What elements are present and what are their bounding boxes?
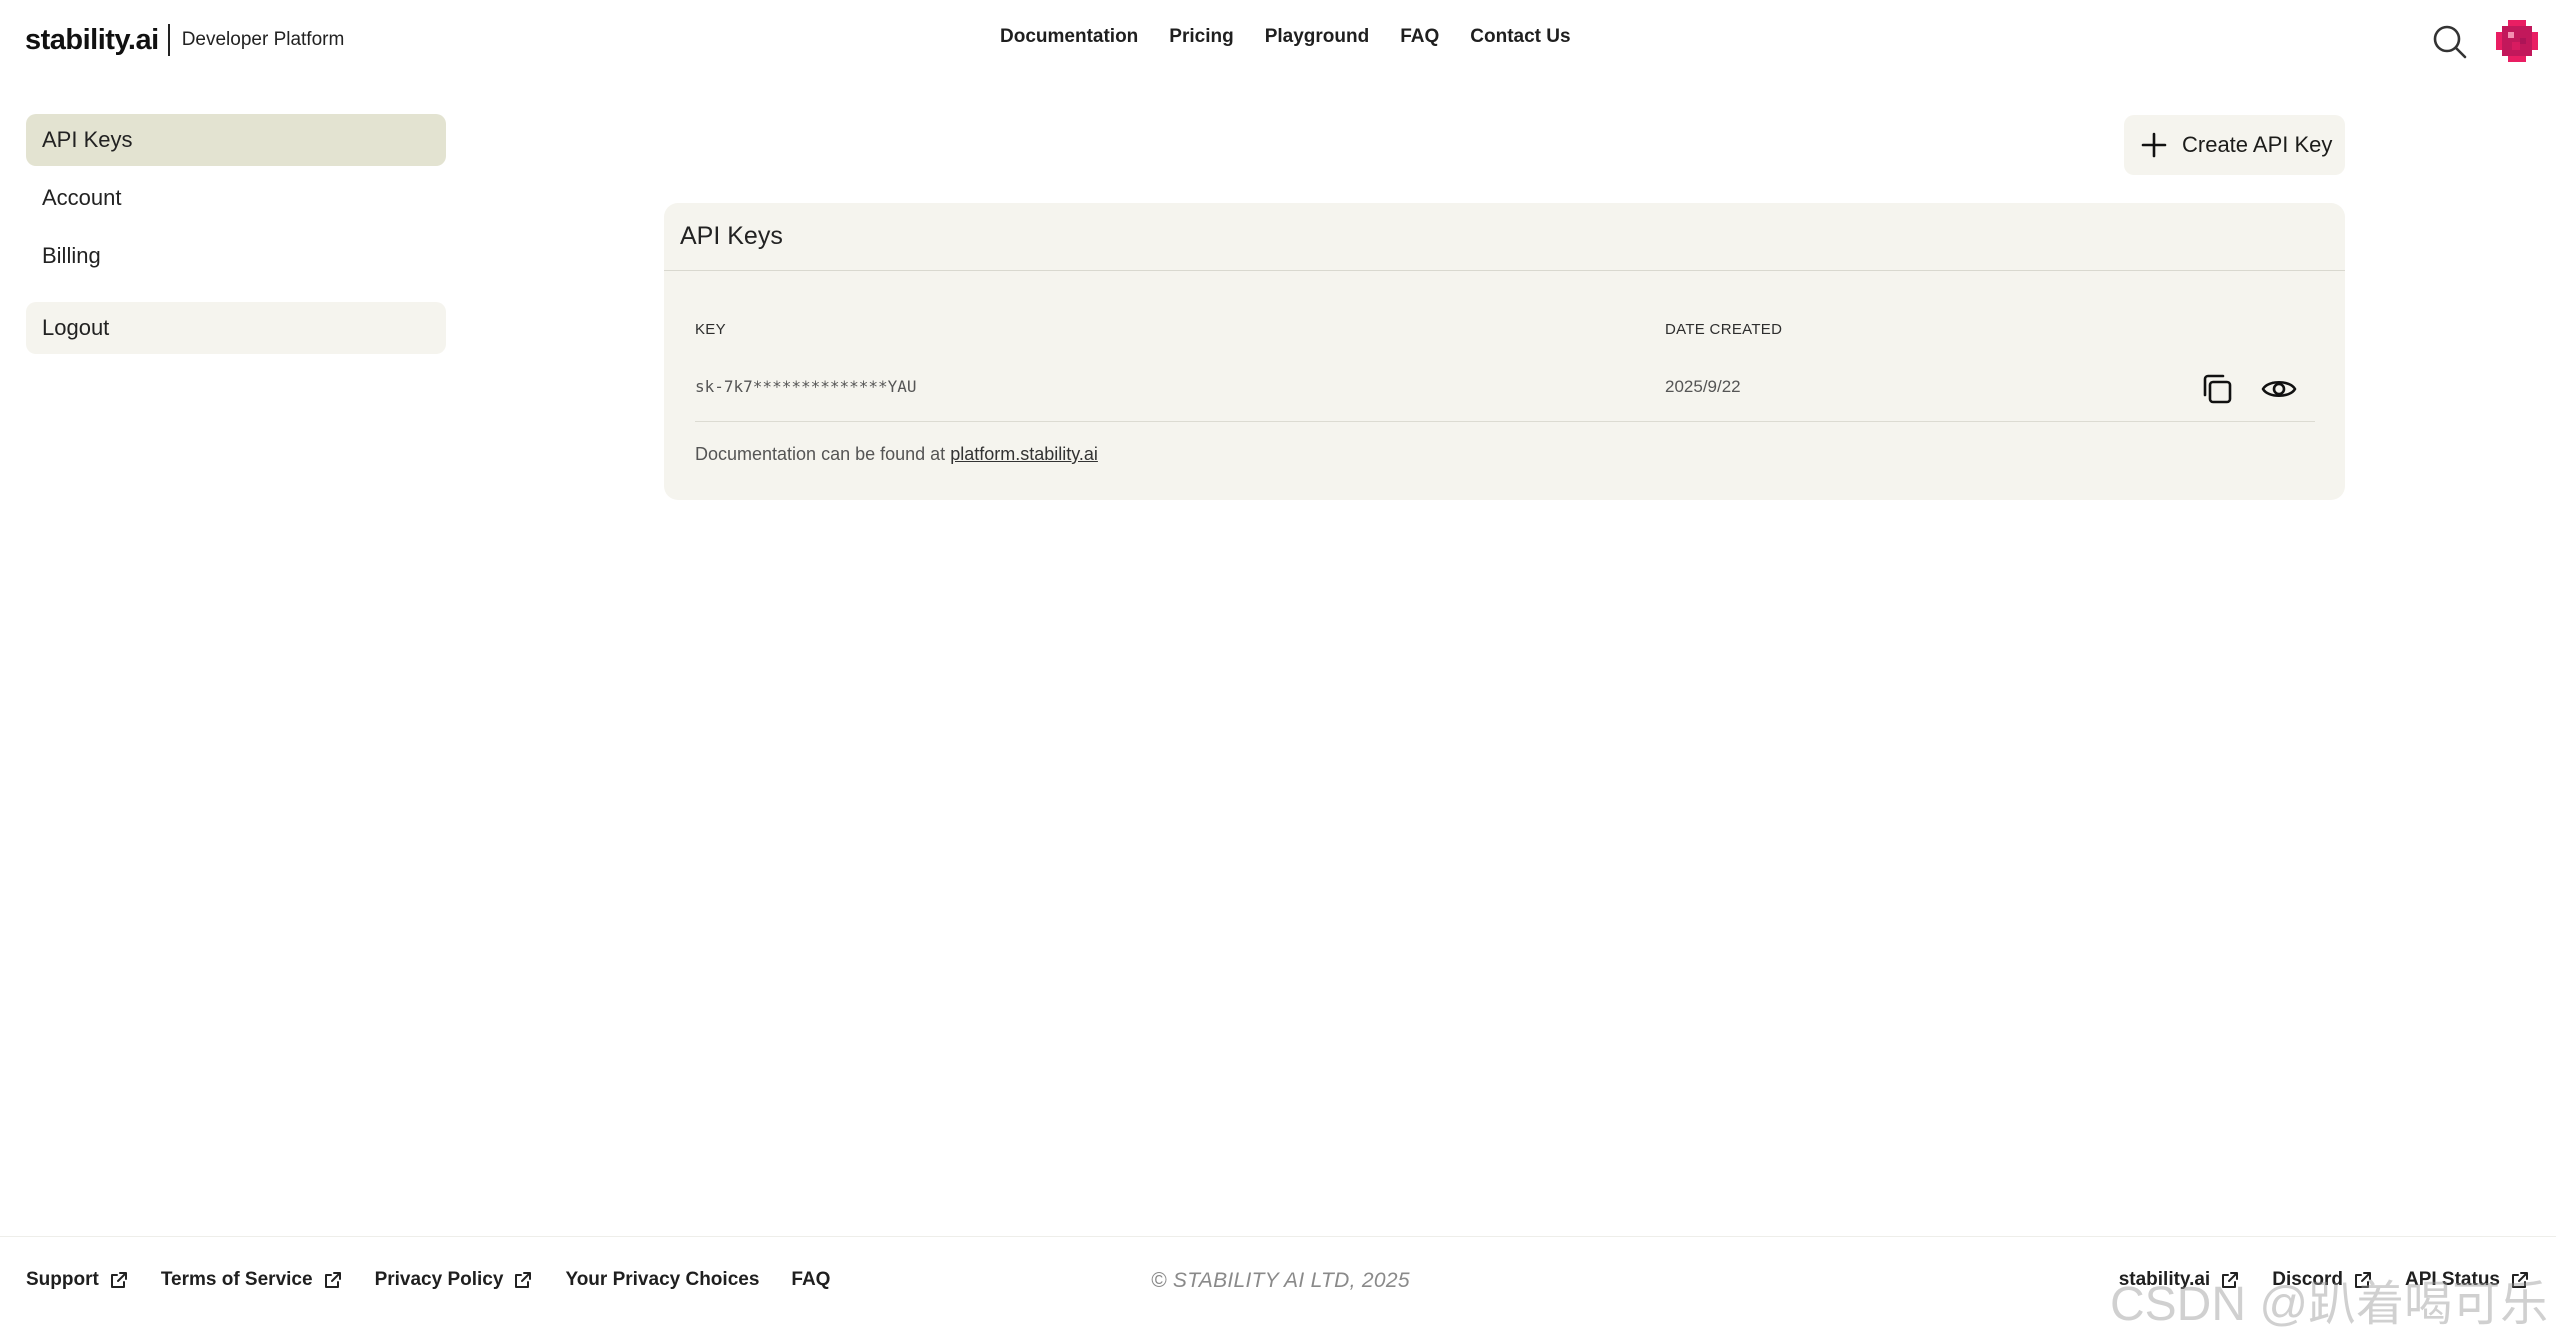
api-key-date: 2025/9/22 [1665, 377, 1741, 396]
column-header-key: KEY [695, 321, 726, 338]
nav-playground[interactable]: Playground [1265, 26, 1370, 48]
copy-icon [2203, 374, 2232, 404]
external-link-icon [110, 1272, 127, 1288]
documentation-note-text: Documentation can be found at [695, 444, 951, 464]
brand-logo[interactable]: stability.ai [25, 24, 159, 57]
footer-link-faq[interactable]: FAQ [791, 1269, 830, 1291]
nav-documentation[interactable]: Documentation [1000, 26, 1138, 48]
sidebar-item-account[interactable]: Account [26, 172, 446, 224]
create-api-key-label: Create API Key [2182, 132, 2333, 157]
top-header: stability.ai Developer Platform Document… [0, 0, 2556, 82]
api-keys-card: API Keys KEY DATE CREATED sk-7k7********… [664, 203, 2345, 500]
footer-link-label: API Status [2404, 1269, 2500, 1290]
brand-subtitle: Developer Platform [181, 29, 345, 50]
footer-link-label: Your Privacy Choices [565, 1269, 760, 1290]
documentation-link[interactable]: platform.stability.ai [950, 444, 1098, 464]
nav-faq[interactable]: FAQ [1400, 26, 1439, 48]
sidebar-item-api-keys[interactable]: API Keys [26, 114, 446, 166]
avatar[interactable] [2494, 18, 2540, 64]
brand-divider [167, 24, 170, 56]
search-icon [2433, 25, 2467, 59]
external-link-icon [324, 1272, 341, 1288]
sidebar-item-billing[interactable]: Billing [26, 230, 446, 282]
copyright: © STABILITY AI LTD, 2025 [1151, 1269, 1410, 1292]
logout-button[interactable]: Logout [26, 302, 446, 354]
footer-link-api-status[interactable]: API Status [2405, 1269, 2530, 1291]
footer-right-links: stability.ai Discord API Status [2119, 1269, 2530, 1291]
nav-contact-us[interactable]: Contact Us [1470, 26, 1570, 48]
external-link-icon [2222, 1272, 2239, 1288]
create-api-key-button[interactable]: Create API Key [2124, 115, 2345, 175]
footer-link-label: FAQ [791, 1269, 831, 1290]
footer-link-label: Terms of Service [160, 1269, 313, 1290]
table-row: sk-7k7**************YAU 2025/9/22 [695, 355, 2315, 422]
footer-left-links: Support Terms of Service Privacy Policy … [26, 1269, 830, 1291]
api-key-value: sk-7k7**************YAU [695, 377, 917, 396]
plus-icon [2141, 132, 2167, 158]
card-title: API Keys [664, 203, 2345, 271]
footer-link-your-privacy-choices[interactable]: Your Privacy Choices [565, 1269, 759, 1291]
footer-link-stability-ai[interactable]: stability.ai [2119, 1269, 2241, 1291]
footer-link-label: Discord [2272, 1269, 2343, 1290]
footer-link-label: stability.ai [2118, 1269, 2211, 1290]
external-link-icon [2512, 1272, 2528, 1288]
reveal-key-button[interactable] [2261, 371, 2297, 407]
documentation-note: Documentation can be found at platform.s… [695, 444, 1098, 465]
footer-link-privacy-policy[interactable]: Privacy Policy [375, 1269, 534, 1291]
footer-link-terms-of-service[interactable]: Terms of Service [161, 1269, 343, 1291]
brand[interactable]: stability.ai Developer Platform [25, 18, 344, 62]
copy-key-button[interactable] [2199, 371, 2235, 407]
eye-icon [2261, 380, 2297, 398]
top-nav: Documentation Pricing Playground FAQ Con… [1000, 26, 1571, 48]
external-link-icon [2354, 1272, 2371, 1288]
footer: Support Terms of Service Privacy Policy … [0, 1236, 2556, 1344]
footer-link-label: Privacy Policy [374, 1269, 504, 1290]
footer-link-support[interactable]: Support [26, 1269, 129, 1291]
footer-link-discord[interactable]: Discord [2272, 1269, 2373, 1291]
nav-pricing[interactable]: Pricing [1169, 26, 1233, 48]
avatar-pixel-icon [2496, 20, 2538, 62]
external-link-icon [515, 1272, 532, 1288]
footer-link-label: Support [26, 1269, 99, 1290]
column-header-date-created: DATE CREATED [1665, 321, 1783, 338]
sidebar: API Keys Account Billing Logout [26, 114, 446, 360]
search-button[interactable] [2430, 22, 2470, 62]
